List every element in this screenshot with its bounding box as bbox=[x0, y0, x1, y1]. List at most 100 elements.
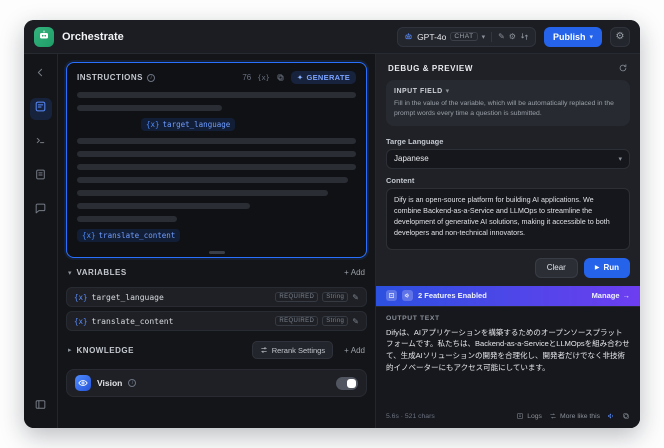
copy-output-button[interactable] bbox=[622, 412, 630, 420]
vision-toggle[interactable] bbox=[336, 376, 358, 390]
type-badge: String bbox=[322, 316, 349, 326]
sidebar-item-logs[interactable] bbox=[30, 166, 52, 188]
orchestrate-panel: INSTRUCTIONS i 76 {x} ✦ GENERATE {x} tar… bbox=[58, 54, 376, 428]
sidebar-item-annotations[interactable] bbox=[30, 200, 52, 222]
prompt-edit-icon[interactable]: ✎ bbox=[498, 32, 505, 41]
sparkle-icon: ✦ bbox=[296, 73, 304, 82]
back-arrow-icon bbox=[34, 66, 47, 84]
variable-row[interactable]: {x} translate_content REQUIRED String ✎ bbox=[66, 311, 367, 331]
logs-button[interactable]: Logs bbox=[516, 412, 542, 420]
icon-sidebar bbox=[24, 54, 58, 428]
collapse-sidebar-icon bbox=[34, 398, 47, 416]
edit-variable-icon[interactable]: ✎ bbox=[352, 293, 359, 302]
input-field-card: INPUT FIELD ▾ Fill in the value of the v… bbox=[386, 80, 630, 126]
knowledge-title: KNOWLEDGE bbox=[76, 345, 134, 355]
variable-brace-icon: {x} bbox=[146, 120, 160, 129]
type-badge: String bbox=[322, 292, 349, 302]
scroll-indicator[interactable] bbox=[208, 251, 225, 254]
more-like-this-button[interactable]: More like this bbox=[549, 412, 600, 420]
run-button[interactable]: ▶ Run bbox=[583, 257, 630, 278]
variable-chip-target-language[interactable]: {x} target_language bbox=[141, 118, 236, 131]
vision-eye-icon bbox=[75, 375, 91, 391]
variables-title: VARIABLES bbox=[76, 268, 127, 277]
instructions-title: INSTRUCTIONS bbox=[77, 73, 143, 82]
add-knowledge-button[interactable]: + Add bbox=[344, 346, 365, 355]
variables-header[interactable]: ▾ VARIABLES + Add bbox=[66, 266, 367, 279]
chevron-down-icon: ▾ bbox=[68, 269, 72, 277]
app-window: Orchestrate GPT-4o CHAT ▾ ✎ ⚙ Publish ▾ bbox=[24, 20, 640, 428]
plus-icon: + bbox=[344, 268, 349, 277]
variable-brace-icon: {x} bbox=[74, 316, 88, 326]
variable-chip-translate-content[interactable]: {x} translate_content bbox=[77, 229, 181, 242]
robot-logo-icon bbox=[38, 28, 50, 46]
content-textarea[interactable]: Dify is an open-source platform for buil… bbox=[386, 187, 630, 250]
chevron-down-icon: ▾ bbox=[445, 88, 450, 95]
toggle-knob bbox=[347, 378, 356, 388]
clear-button[interactable]: Clear bbox=[534, 257, 578, 278]
variable-brace-icon: {x} bbox=[74, 292, 88, 302]
app-logo[interactable] bbox=[34, 26, 54, 47]
terminal-icon bbox=[34, 134, 47, 152]
info-icon: i bbox=[128, 379, 137, 387]
variable-row[interactable]: {x} target_language REQUIRED String ✎ bbox=[66, 287, 367, 307]
divider bbox=[491, 31, 493, 42]
plus-icon: + bbox=[344, 345, 349, 355]
info-icon: i bbox=[147, 73, 155, 82]
content-label: Content bbox=[386, 175, 415, 185]
feature-speech-icon bbox=[402, 290, 413, 302]
rerank-settings-button[interactable]: Rerank Settings bbox=[251, 341, 334, 359]
features-count-label: 2 Features Enabled bbox=[418, 291, 487, 301]
model-settings-icon[interactable]: ⚙ bbox=[509, 32, 516, 41]
publish-button[interactable]: Publish ▾ bbox=[543, 26, 602, 47]
log-file-icon bbox=[517, 413, 523, 419]
sliders-icon bbox=[261, 347, 267, 353]
vision-label: Vision bbox=[97, 378, 123, 388]
top-bar: Orchestrate GPT-4o CHAT ▾ ✎ ⚙ Publish ▾ bbox=[24, 20, 640, 54]
required-badge: REQUIRED bbox=[275, 316, 319, 326]
page-title: Orchestrate bbox=[62, 30, 124, 43]
arrow-right-icon: → bbox=[622, 291, 631, 301]
app-settings-button[interactable]: ⚙ bbox=[610, 26, 630, 47]
instructions-editor[interactable]: INSTRUCTIONS i 76 {x} ✦ GENERATE {x} tar… bbox=[66, 62, 367, 258]
orchestrate-icon bbox=[34, 100, 47, 118]
generate-button[interactable]: ✦ GENERATE bbox=[290, 71, 356, 84]
speaker-button[interactable] bbox=[607, 412, 615, 420]
sidebar-item-orchestrate[interactable] bbox=[29, 98, 52, 120]
sidebar-item-api[interactable] bbox=[30, 132, 52, 154]
input-field-toggle[interactable]: INPUT FIELD ▾ bbox=[394, 87, 622, 96]
refresh-button[interactable] bbox=[618, 63, 628, 73]
add-variable-button[interactable]: + Add bbox=[344, 268, 365, 277]
knowledge-header[interactable]: ▸ KNOWLEDGE Rerank Settings + Add bbox=[66, 339, 367, 361]
output-section: OUTPUT TEXT Difyは、AIアプリケーションを構築するためのオープン… bbox=[376, 305, 640, 428]
back-button[interactable] bbox=[30, 64, 52, 86]
gear-icon: ⚙ bbox=[615, 31, 625, 42]
variable-brace-icon: {x} bbox=[82, 231, 96, 240]
swap-model-icon[interactable] bbox=[520, 32, 529, 41]
chat-bubble-icon bbox=[34, 202, 47, 220]
copy-icon[interactable] bbox=[276, 73, 285, 82]
target-language-select[interactable]: Japanese ▾ bbox=[386, 148, 630, 169]
manage-features-button[interactable]: Manage → bbox=[592, 291, 630, 300]
debug-preview-title: DEBUG & PREVIEW bbox=[388, 63, 474, 73]
char-count: 76 bbox=[242, 73, 252, 82]
chevron-down-icon: ▾ bbox=[618, 155, 622, 163]
model-icon bbox=[404, 32, 413, 41]
collapse-sidebar-button[interactable] bbox=[30, 396, 52, 418]
play-icon: ▶ bbox=[594, 265, 600, 272]
output-text: Difyは、AIアプリケーションを構築するためのオープンソースプラットフォームで… bbox=[386, 327, 630, 372]
feature-citation-icon bbox=[386, 290, 397, 302]
chevron-down-icon: ▾ bbox=[589, 33, 593, 41]
required-badge: REQUIRED bbox=[275, 292, 319, 302]
regenerate-icon bbox=[550, 413, 556, 419]
insert-variable-icon[interactable]: {x} bbox=[257, 74, 270, 82]
target-language-label: Targe Language bbox=[386, 136, 444, 146]
chevron-down-icon: ▾ bbox=[481, 33, 486, 41]
prompt-text-skeleton: {x} target_language {x} translate_conten… bbox=[77, 92, 356, 254]
output-text-title: OUTPUT TEXT bbox=[386, 314, 440, 322]
edit-variable-icon[interactable]: ✎ bbox=[352, 317, 359, 326]
model-mode-badge: CHAT bbox=[450, 32, 478, 41]
model-selector[interactable]: GPT-4o CHAT ▾ ✎ ⚙ bbox=[397, 26, 536, 47]
output-meta: 5.6s · 521 chars bbox=[386, 412, 435, 420]
variables-list: {x} target_language REQUIRED String ✎ {x… bbox=[66, 287, 367, 331]
features-enabled-bar[interactable]: 2 Features Enabled Manage → bbox=[376, 285, 640, 306]
